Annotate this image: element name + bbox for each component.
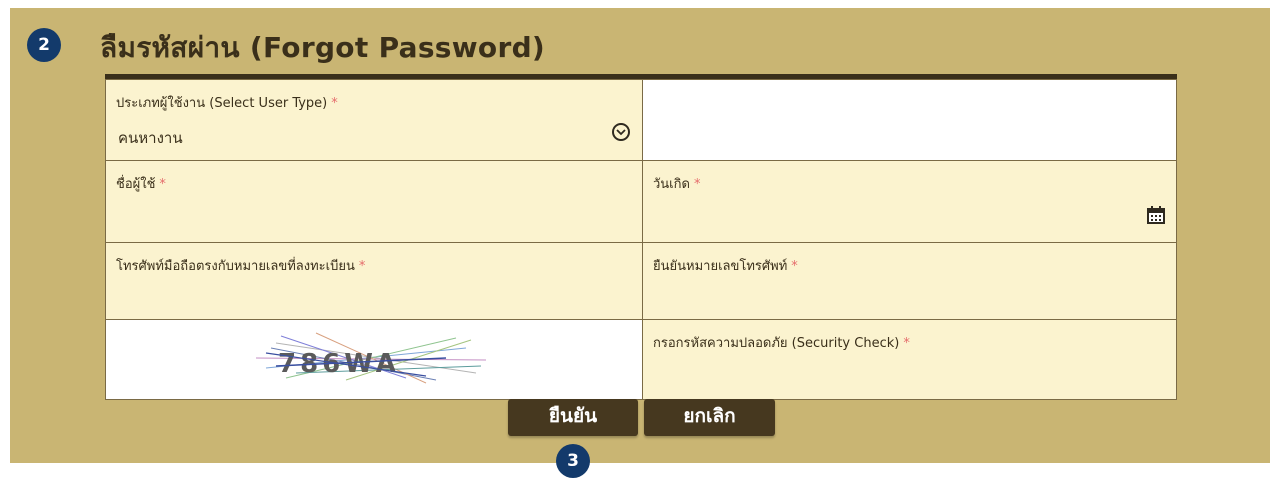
- birthdate-label: วันเกิด *: [653, 177, 701, 192]
- empty-cell: [642, 79, 1177, 161]
- confirm-button[interactable]: ยืนยัน: [508, 399, 638, 436]
- phone-label: โทรศัพท์มือถือตรงกับหมายเลขที่ลงทะเบียน *: [116, 259, 366, 274]
- step-badge-2: 2: [27, 28, 61, 62]
- user-type-label: ประเภทผู้ใช้งาน (Select User Type) *: [116, 96, 338, 111]
- form-table: ประเภทผู้ใช้งาน (Select User Type) * คนหา…: [105, 74, 1177, 400]
- calendar-icon[interactable]: [1146, 205, 1166, 229]
- captcha-image: 786WA: [256, 332, 486, 384]
- birthdate-field[interactable]: วันเกิด *: [642, 160, 1177, 243]
- username-field[interactable]: ชื่อผู้ใช้ *: [105, 160, 643, 243]
- phone-field[interactable]: โทรศัพท์มือถือตรงกับหมายเลขที่ลงทะเบียน *: [105, 242, 643, 320]
- page-title: ลืมรหัสผ่าน (Forgot Password): [100, 31, 546, 64]
- security-check-field[interactable]: กรอกรหัสความปลอดภัย (Security Check) *: [642, 319, 1177, 400]
- phone-confirm-label: ยืนยันหมายเลขโทรศัพท์ *: [653, 259, 798, 274]
- step-badge-3: 3: [556, 444, 590, 478]
- user-type-select[interactable]: คนหางาน: [118, 126, 183, 150]
- user-type-field[interactable]: ประเภทผู้ใช้งาน (Select User Type) * คนหา…: [105, 79, 643, 161]
- username-label: ชื่อผู้ใช้ *: [116, 177, 166, 192]
- chevron-down-icon[interactable]: [612, 123, 630, 141]
- cancel-button[interactable]: ยกเลิก: [644, 399, 775, 436]
- security-check-label: กรอกรหัสความปลอดภัย (Security Check) *: [653, 336, 910, 351]
- phone-confirm-field[interactable]: ยืนยันหมายเลขโทรศัพท์ *: [642, 242, 1177, 320]
- captcha-cell: 786WA: [105, 319, 643, 400]
